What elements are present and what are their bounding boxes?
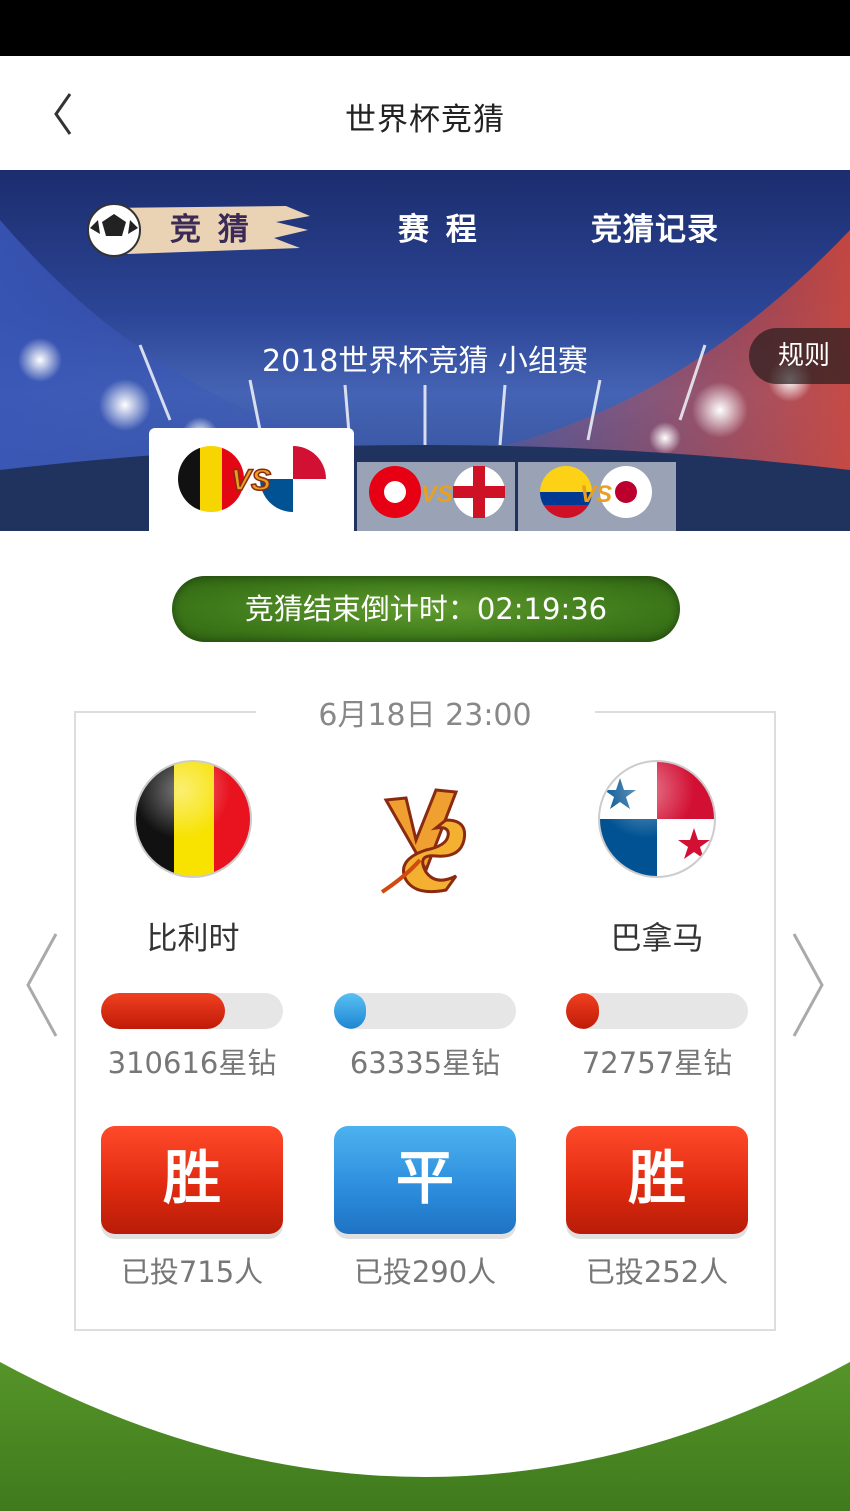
tab-records[interactable]: 竞猜记录 xyxy=(591,204,719,249)
tab-guess[interactable]: 竞 猜 xyxy=(170,204,252,249)
top-nav-bar: 世界杯竞猜 xyxy=(0,56,850,170)
away-stake-bar-fill xyxy=(566,993,599,1029)
away-stake-bar xyxy=(566,993,748,1029)
grass-footer-image xyxy=(0,1332,850,1511)
prev-match-button[interactable] xyxy=(22,930,62,1040)
svg-text:VS: VS xyxy=(231,464,271,497)
away-stake-value: 72757星钻 xyxy=(581,1046,733,1080)
match-tab-tunisia-england[interactable]: VS xyxy=(357,462,515,531)
svg-text:VS: VS xyxy=(580,481,612,508)
main-tabs: 竞 猜 赛 程 竞猜记录 xyxy=(0,198,850,258)
match-flags-icon: VS xyxy=(178,446,326,512)
status-bar xyxy=(0,0,850,56)
match-time: 6月18日 23:00 xyxy=(318,698,532,733)
page-title: 世界杯竞猜 xyxy=(345,102,505,138)
chevron-left-icon xyxy=(26,933,58,1037)
banner-subtitle: 2018世界杯竞猜 小组赛 xyxy=(262,344,588,379)
match-flags-icon: VS xyxy=(540,466,652,518)
draw-stake-value: 63335星钻 xyxy=(349,1046,501,1080)
vs-icon xyxy=(380,788,467,894)
match-flags-icon: VS xyxy=(369,466,505,518)
tab-schedule[interactable]: 赛 程 xyxy=(398,204,480,249)
match-tab-belgium-panama[interactable]: VS xyxy=(149,428,354,531)
match-tab-colombia-japan[interactable]: VS xyxy=(518,462,676,531)
stadium-banner: 竞 猜 赛 程 竞猜记录 2018世界杯竞猜 小组赛 规则 VS VS VS xyxy=(0,170,850,531)
next-match-button[interactable] xyxy=(788,930,828,1040)
bet-away-win-button[interactable]: 胜 xyxy=(566,1126,748,1234)
belgium-flag-icon xyxy=(134,760,252,878)
home-stake-bar xyxy=(101,993,283,1029)
rules-button[interactable]: 规则 xyxy=(749,328,850,384)
chevron-right-icon xyxy=(792,933,824,1037)
svg-text:VS: VS xyxy=(421,481,453,508)
bet-home-win-button[interactable]: 胜 xyxy=(101,1126,283,1234)
panama-flag-icon xyxy=(598,760,716,878)
away-voted-count: 已投252人 xyxy=(585,1255,729,1289)
bet-draw-button[interactable]: 平 xyxy=(334,1126,516,1234)
home-team-name: 比利时 xyxy=(146,921,240,957)
countdown-banner: 竞猜结束倒计时：02:19:36 xyxy=(172,576,680,642)
away-team-name: 巴拿马 xyxy=(610,921,704,957)
home-voted-count: 已投715人 xyxy=(120,1255,264,1289)
home-stake-value: 310616星钻 xyxy=(107,1046,277,1080)
draw-voted-count: 已投290人 xyxy=(353,1255,497,1289)
home-stake-bar-fill xyxy=(101,993,225,1029)
draw-stake-bar-fill xyxy=(334,993,366,1029)
draw-stake-bar xyxy=(334,993,516,1029)
